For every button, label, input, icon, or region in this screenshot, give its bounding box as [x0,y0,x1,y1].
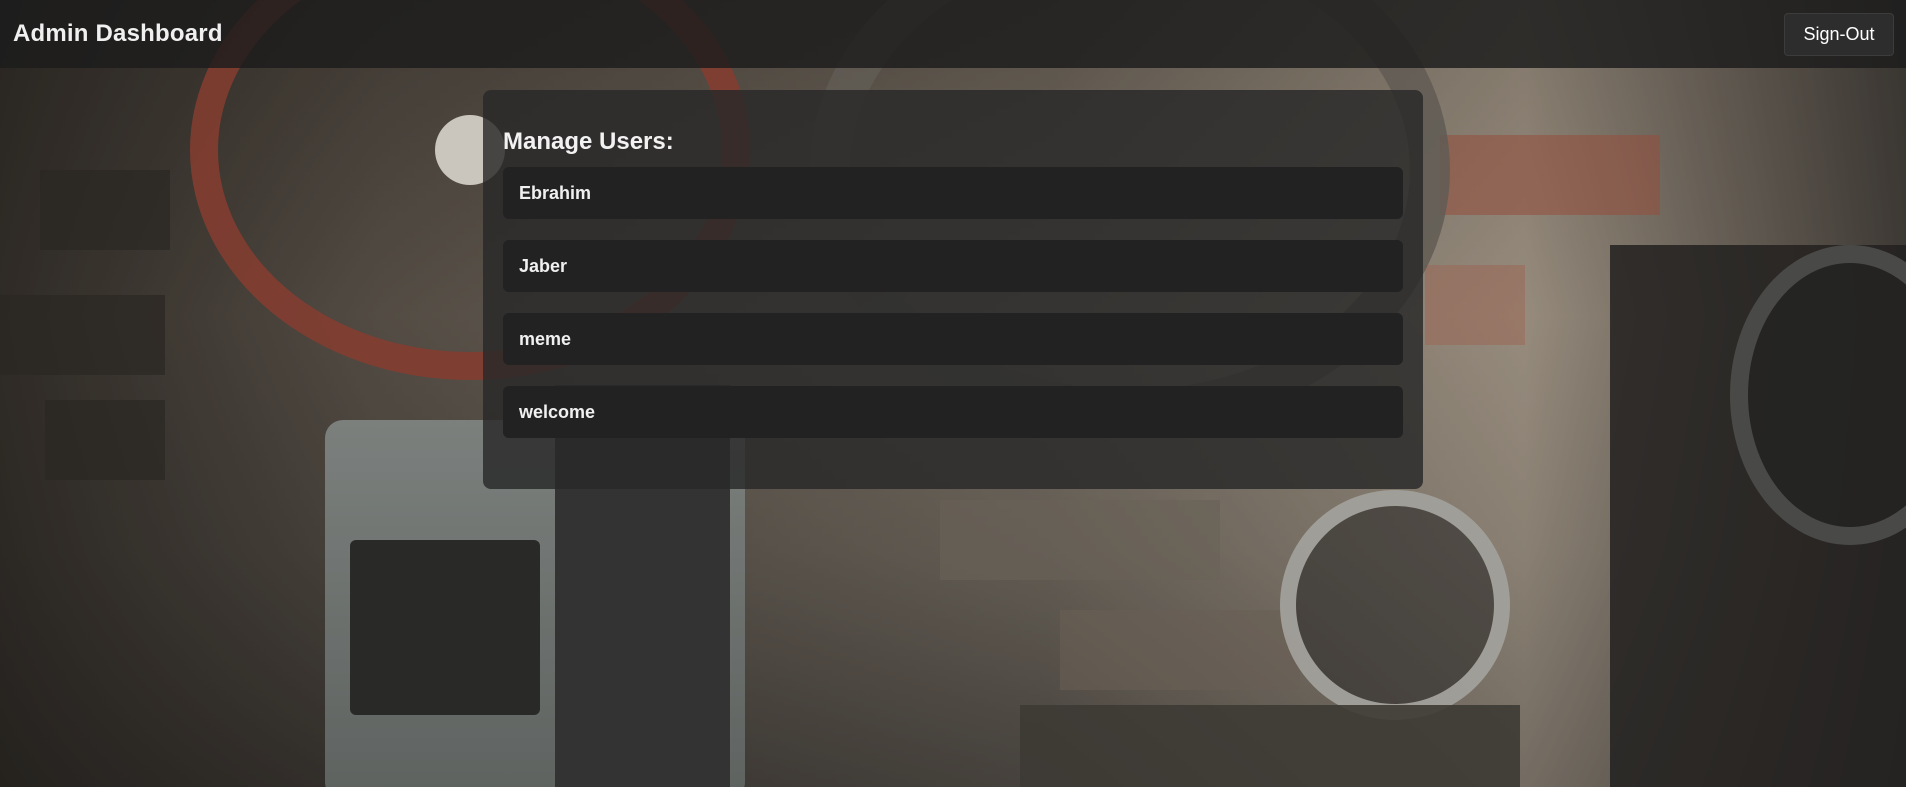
panel-heading: Manage Users: [503,128,674,155]
user-list-item[interactable]: Jaber [503,240,1403,292]
app-title: Admin Dashboard [13,20,223,47]
user-list-item[interactable]: Ebrahim [503,167,1403,219]
sign-out-button[interactable]: Sign-Out [1784,12,1894,56]
top-navbar: Admin Dashboard Sign-Out [0,0,1906,68]
user-list-item[interactable]: meme [503,313,1403,365]
user-list-item[interactable]: welcome [503,386,1403,438]
manage-users-panel: Manage Users: Ebrahim Jaber meme welcome [483,90,1423,489]
user-list: Ebrahim Jaber meme welcome [503,167,1403,438]
